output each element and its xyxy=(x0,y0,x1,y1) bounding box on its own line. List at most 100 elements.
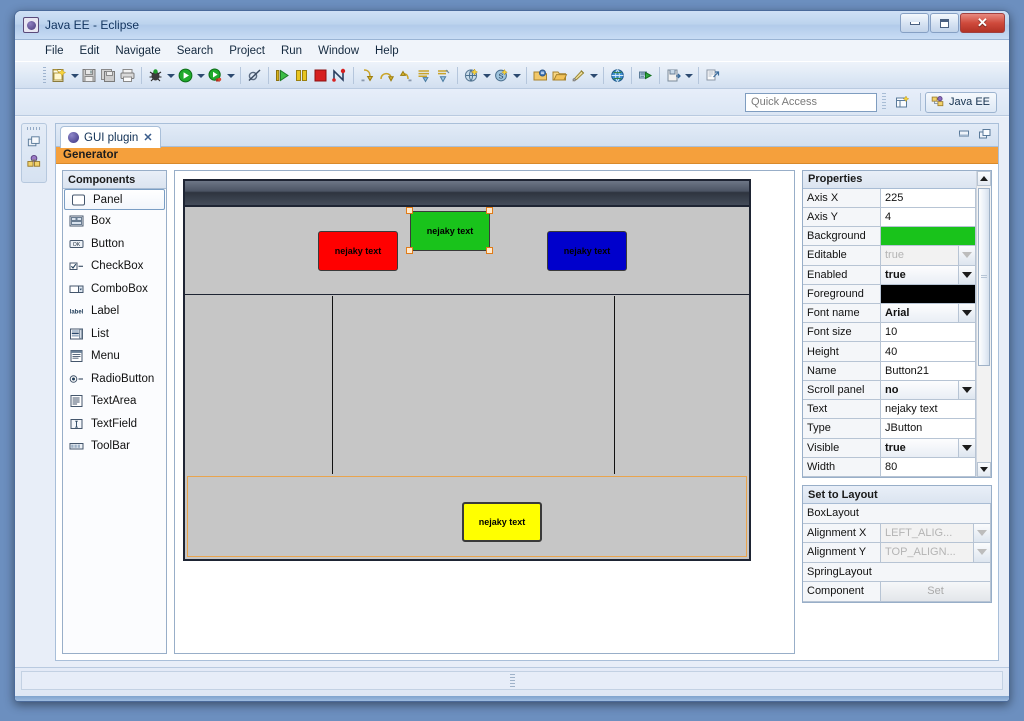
property-value-background[interactable] xyxy=(881,227,976,247)
palette-item-list[interactable]: List xyxy=(63,323,166,346)
design-button-green[interactable]: nejaky text xyxy=(410,211,490,251)
run-on-server-icon[interactable] xyxy=(637,67,654,84)
palette-item-panel[interactable]: Panel xyxy=(64,189,165,210)
palette-item-checkbox[interactable]: CheckBox xyxy=(63,255,166,278)
chevron-down-icon[interactable] xyxy=(958,380,975,400)
skip-breakpoints-icon[interactable] xyxy=(246,67,263,84)
search-dropdown-arrow[interactable] xyxy=(589,67,598,83)
debug-dropdown-arrow[interactable] xyxy=(166,67,175,83)
palette-item-radiobutton[interactable]: RadioButton xyxy=(63,368,166,391)
open-task-icon[interactable] xyxy=(551,67,568,84)
run-dropdown-arrow[interactable] xyxy=(196,67,205,83)
export-icon[interactable] xyxy=(665,67,682,84)
property-value-height[interactable]: 40 xyxy=(881,342,976,362)
web-browser-icon[interactable] xyxy=(609,67,626,84)
menu-edit[interactable]: Edit xyxy=(72,43,108,59)
palette-item-menu[interactable]: Menu xyxy=(63,345,166,368)
design-region-column-3[interactable] xyxy=(615,296,749,474)
step-into-icon[interactable] xyxy=(359,67,376,84)
close-button[interactable]: ✕ xyxy=(960,13,1005,33)
menu-run[interactable]: Run xyxy=(273,43,310,59)
disconnect-icon[interactable] xyxy=(331,67,348,84)
package-explorer-icon[interactable] xyxy=(26,154,42,170)
drop-to-frame-icon[interactable] xyxy=(435,67,452,84)
save-icon[interactable] xyxy=(81,67,98,84)
selection-handle-top-left[interactable] xyxy=(406,207,413,214)
design-canvas[interactable]: nejaky text nejaky text nejaky text neja… xyxy=(174,170,795,654)
layout-row-boxlayout[interactable]: BoxLayout xyxy=(803,504,991,524)
property-value-width[interactable]: 80 xyxy=(881,457,976,477)
palette-item-button[interactable]: OK Button xyxy=(63,233,166,256)
new-class-dropdown-arrow[interactable] xyxy=(512,67,521,83)
menu-navigate[interactable]: Navigate xyxy=(107,43,168,59)
design-region-bottom[interactable]: nejaky text xyxy=(187,476,747,557)
quick-access-input[interactable] xyxy=(745,92,878,112)
selection-handle-bottom-left[interactable] xyxy=(406,247,413,254)
new-class-icon[interactable]: S xyxy=(493,67,510,84)
suspend-icon[interactable] xyxy=(293,67,310,84)
palette-item-toolbar[interactable]: ToolBar xyxy=(63,435,166,458)
run-icon[interactable] xyxy=(177,67,194,84)
menu-window[interactable]: Window xyxy=(310,43,367,59)
design-region-column-2[interactable] xyxy=(333,296,615,474)
minimize-button[interactable] xyxy=(900,13,929,33)
resume-icon[interactable] xyxy=(274,67,291,84)
quick-access-grip[interactable] xyxy=(882,93,887,111)
design-region-column-1[interactable] xyxy=(185,296,333,474)
maximize-button[interactable] xyxy=(930,13,959,33)
step-over-icon[interactable] xyxy=(378,67,395,84)
external-tools-dropdown-arrow[interactable] xyxy=(226,67,235,83)
menu-search[interactable]: Search xyxy=(169,43,221,59)
restore-view-icon[interactable] xyxy=(26,134,42,150)
design-frame[interactable]: nejaky text nejaky text nejaky text neja… xyxy=(183,179,751,561)
terminate-icon[interactable] xyxy=(312,67,329,84)
maximize-editor-icon[interactable] xyxy=(978,128,992,140)
open-type-icon[interactable] xyxy=(532,67,549,84)
chevron-down-icon[interactable] xyxy=(958,303,975,323)
properties-scrollbar[interactable] xyxy=(976,171,991,477)
new-package-dropdown-arrow[interactable] xyxy=(482,67,491,83)
link-editor-icon[interactable] xyxy=(704,67,721,84)
property-value-text[interactable]: nejaky text xyxy=(881,400,976,420)
run-external-tools-icon[interactable] xyxy=(207,67,224,84)
fast-view-grip[interactable] xyxy=(27,127,41,130)
menu-file[interactable]: File xyxy=(37,43,72,59)
step-with-filters-icon[interactable] xyxy=(416,67,433,84)
layout-row-springlayout[interactable]: SpringLayout xyxy=(803,562,991,582)
property-value-enabled[interactable]: true xyxy=(881,265,976,285)
search-icon[interactable] xyxy=(570,67,587,84)
property-value-font-size[interactable]: 10 xyxy=(881,323,976,343)
design-region-middle[interactable] xyxy=(185,296,749,474)
property-value-axis-x[interactable]: 225 xyxy=(881,188,976,208)
palette-item-box[interactable]: Box xyxy=(63,210,166,233)
palette-item-textfield[interactable]: TextField xyxy=(63,413,166,436)
tab-gui-plugin[interactable]: GUI plugin ✕ xyxy=(60,126,161,148)
palette-item-label[interactable]: label Label xyxy=(63,300,166,323)
design-region-top[interactable]: nejaky text nejaky text nejaky text xyxy=(185,207,749,295)
property-value-type[interactable]: JButton xyxy=(881,419,976,439)
property-value-axis-y[interactable]: 4 xyxy=(881,207,976,228)
menu-help[interactable]: Help xyxy=(367,43,407,59)
chevron-down-icon[interactable] xyxy=(958,438,975,457)
save-all-icon[interactable] xyxy=(100,67,117,84)
minimize-editor-icon[interactable] xyxy=(957,128,971,140)
perspective-button-java-ee[interactable]: Java EE xyxy=(925,91,997,113)
step-return-icon[interactable] xyxy=(397,67,414,84)
design-button-yellow[interactable]: nejaky text xyxy=(462,502,542,542)
design-button-red[interactable]: nejaky text xyxy=(318,231,398,271)
print-icon[interactable] xyxy=(119,67,136,84)
new-perspective-button[interactable] xyxy=(891,92,913,113)
scroll-down-icon[interactable] xyxy=(977,462,991,477)
toolbar-grip[interactable] xyxy=(43,66,46,84)
debug-icon[interactable] xyxy=(147,67,164,84)
selection-handle-bottom-right[interactable] xyxy=(486,247,493,254)
property-value-font-name[interactable]: Arial xyxy=(881,303,976,324)
design-button-blue[interactable]: nejaky text xyxy=(547,231,627,271)
new-java-package-icon[interactable] xyxy=(463,67,480,84)
property-value-scroll-panel[interactable]: no xyxy=(881,380,976,401)
scrollbar-thumb[interactable] xyxy=(978,188,990,366)
palette-item-textarea[interactable]: TextArea xyxy=(63,390,166,413)
status-grip-icon[interactable] xyxy=(509,674,515,687)
property-value-visible[interactable]: true xyxy=(881,438,976,458)
tab-close-icon[interactable]: ✕ xyxy=(143,131,152,144)
